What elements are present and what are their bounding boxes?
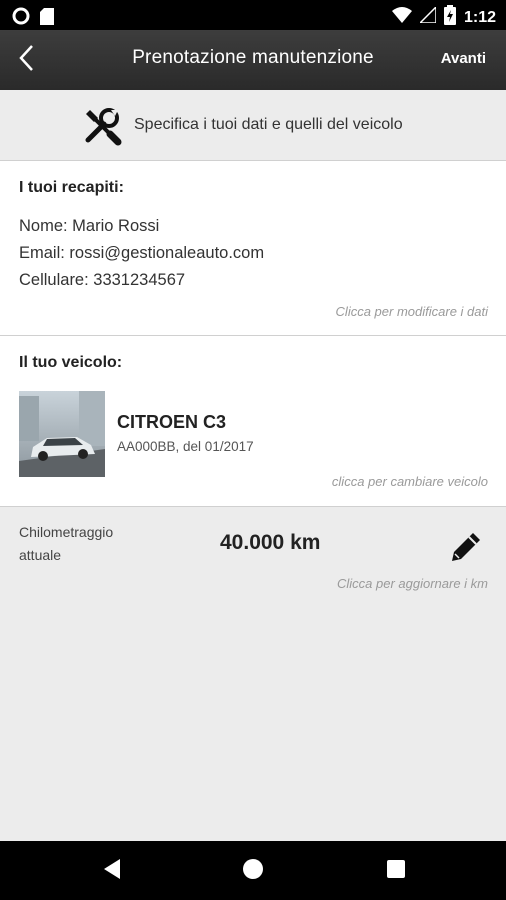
system-nav-bar [0, 841, 506, 900]
sd-card-icon [40, 7, 54, 30]
contact-name: Nome: Mario Rossi [19, 217, 160, 235]
no-sim-icon [418, 5, 437, 28]
instruction-text: Specifica i tuoi dati e quelli del veico… [134, 116, 403, 133]
mileage-value: 40.000 km [220, 531, 321, 554]
tools-icon [82, 106, 122, 146]
vehicle-card[interactable]: Il tuo veicolo: CITROEN C3 AA000BB, del … [0, 336, 506, 507]
pencil-icon[interactable] [446, 527, 486, 567]
nav-recents-button[interactable] [382, 857, 410, 885]
instruction-banner: Specifica i tuoi dati e quelli del veico… [0, 90, 506, 161]
vehicle-model: CITROEN C3 [117, 412, 227, 432]
change-vehicle-hint[interactable]: clicca per cambiare veicolo [332, 474, 488, 489]
update-km-hint[interactable]: Clicca per aggiornare i km [337, 576, 488, 591]
mileage-section: Chilometraggio attuale 40.000 km Clicca … [0, 507, 506, 841]
status-time: 1:12 [463, 8, 496, 26]
circle-notification-icon [12, 7, 30, 30]
contacts-title: I tuoi recapiti: [19, 179, 124, 196]
nav-home-icon [242, 858, 264, 885]
app-bar: Prenotazione manutenzione Avanti [0, 30, 506, 90]
next-button[interactable]: Avanti [441, 50, 486, 67]
edit-contacts-hint[interactable]: Clicca per modificare i dati [336, 304, 488, 319]
contacts-card[interactable]: I tuoi recapiti: Nome: Mario Rossi Email… [0, 161, 506, 336]
nav-back-icon [102, 858, 122, 885]
contact-phone: Cellulare: 3331234567 [19, 271, 186, 289]
car-photo [19, 391, 105, 477]
vehicle-title: Il tuo veicolo: [19, 354, 123, 371]
mileage-label: Chilometraggio attuale [19, 524, 114, 563]
vehicle-details: AA000BB, del 01/2017 [117, 439, 254, 454]
status-bar: 1:12 [0, 0, 506, 30]
wifi-icon [391, 7, 412, 28]
page-title: Prenotazione manutenzione [132, 47, 374, 68]
nav-recents-icon [386, 859, 406, 884]
nav-back-button[interactable] [98, 857, 126, 885]
battery-icon [443, 5, 456, 30]
contact-email: Email: rossi@gestionaleauto.com [19, 244, 265, 262]
nav-home-button[interactable] [239, 857, 267, 885]
